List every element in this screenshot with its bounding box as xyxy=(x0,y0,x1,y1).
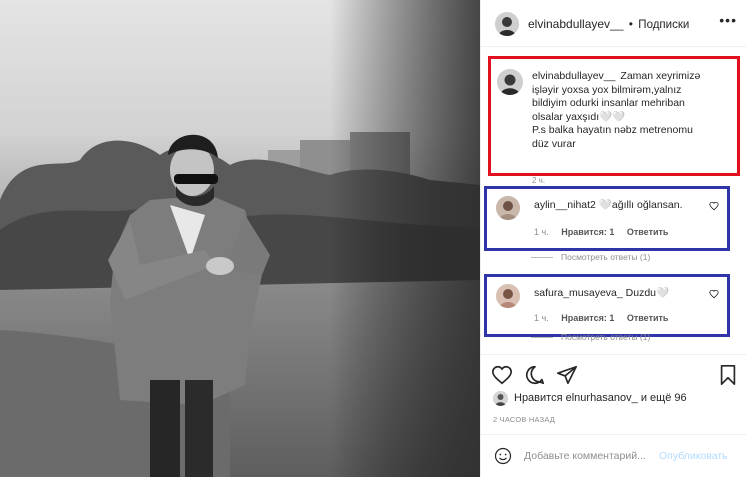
replies-divider-line xyxy=(531,337,553,339)
comment-icon[interactable] xyxy=(524,364,546,386)
header-separator: • xyxy=(628,17,633,31)
author-avatar[interactable] xyxy=(495,12,519,36)
comment-highlight-box: aylin__nihat2 🤍ağıllı oğlansan. 1 ч. Нра… xyxy=(484,186,730,251)
comment-heart-icon[interactable] xyxy=(709,289,719,299)
post-side-panel: elvinabdullayev__ • Подписки ••• elvinab… xyxy=(480,0,746,477)
comment-likes-count[interactable]: Нравится: 1 xyxy=(561,313,614,323)
comment-body: Duzdu🤍 xyxy=(625,287,670,299)
view-replies-link[interactable]: Посмотреть ответы (1) xyxy=(531,252,650,262)
share-icon[interactable] xyxy=(556,364,578,386)
liker-username[interactable]: elnurhasanov_ xyxy=(566,392,638,404)
comment-username[interactable]: aylin__nihat2 xyxy=(534,199,596,211)
header-text: elvinabdullayev__ • Подписки xyxy=(528,17,689,31)
likes-text: Нравится elnurhasanov_ и ещё 96 xyxy=(514,392,687,404)
comment-meta: 1 ч. Нравится: 1 Ответить xyxy=(534,227,678,237)
caption-line-2: işləyir yoxsa yox bilmirəm,yalnız xyxy=(532,83,682,96)
comment-heart-icon[interactable] xyxy=(709,201,719,211)
comment-time: 1 ч. xyxy=(534,313,549,323)
caption-highlight-box: elvinabdullayev__ Zaman xeyrimizə işləyi… xyxy=(488,56,740,185)
commenter-avatar[interactable] xyxy=(496,196,520,220)
more-horizontal-icon[interactable]: ••• xyxy=(719,12,737,28)
comment-meta: 1 ч. Нравится: 1 Ответить xyxy=(534,313,678,323)
comment-username[interactable]: safura_musayeva_ xyxy=(534,287,623,299)
comment-likes-count[interactable]: Нравится: 1 xyxy=(561,227,614,237)
liker-avatar[interactable] xyxy=(493,391,508,406)
following-button[interactable]: Подписки xyxy=(638,19,689,31)
smile-icon[interactable] xyxy=(494,447,512,465)
post-header: elvinabdullayev__ • Подписки ••• xyxy=(481,0,746,47)
comment-text: safura_musayeva_ Duzdu🤍 xyxy=(534,286,709,299)
caption-text: elvinabdullayev__ Zaman xeyrimizə işləyi… xyxy=(532,70,732,151)
comment-input[interactable] xyxy=(524,447,659,465)
caption-author-avatar[interactable] xyxy=(497,69,523,95)
view-replies-link[interactable]: Посмотреть ответы (1) xyxy=(531,332,650,342)
likes-line: Нравится elnurhasanov_ и ещё 96 xyxy=(493,390,743,408)
likes-prefix: Нравится xyxy=(514,392,563,404)
comment-text: aylin__nihat2 🤍ağıllı oğlansan. xyxy=(534,198,709,211)
view-replies-label: Посмотреть ответы (1) xyxy=(561,252,651,262)
caption-line-3: bildiyim odurki insanlar mehriban xyxy=(532,97,685,109)
caption-line-1: Zaman xeyrimizə xyxy=(620,70,701,82)
post-actions-bar xyxy=(481,354,746,390)
publish-button[interactable]: Опубликовать xyxy=(659,450,728,462)
caption-line-4: olsalar yaxşıdı🤍🤍 xyxy=(532,110,626,123)
heart-icon[interactable] xyxy=(491,364,513,386)
replies-divider-line xyxy=(531,257,553,259)
caption-line-6: düz vurar xyxy=(532,137,576,150)
photo-scene xyxy=(0,0,480,477)
comment-time: 1 ч. xyxy=(534,227,549,237)
bookmark-icon[interactable] xyxy=(717,364,739,386)
commenter-avatar[interactable] xyxy=(496,284,520,308)
post-timestamp[interactable]: 2 ЧАСОВ НАЗАД xyxy=(493,415,555,424)
likes-suffix[interactable]: и ещё 96 xyxy=(641,392,687,404)
view-replies-label: Посмотреть ответы (1) xyxy=(561,332,651,342)
post-photo xyxy=(0,0,480,477)
caption-time: 2 ч. xyxy=(532,176,546,185)
add-comment-bar: Опубликовать xyxy=(481,434,746,477)
comment-highlight-box: safura_musayeva_ Duzdu🤍 1 ч. Нравится: 1… xyxy=(484,274,730,337)
caption-line-5: P.s balka hayatın nəbz metrenomu xyxy=(532,124,693,136)
author-username[interactable]: elvinabdullayev__ xyxy=(528,17,623,31)
comment-body: 🤍ağıllı oğlansan. xyxy=(598,199,683,211)
comment-reply-button[interactable]: Ответить xyxy=(627,313,669,323)
comment-reply-button[interactable]: Ответить xyxy=(627,227,669,237)
caption-username[interactable]: elvinabdullayev__ xyxy=(532,70,615,82)
comments-list[interactable]: elvinabdullayev__ Zaman xeyrimizə işləyi… xyxy=(481,48,746,353)
